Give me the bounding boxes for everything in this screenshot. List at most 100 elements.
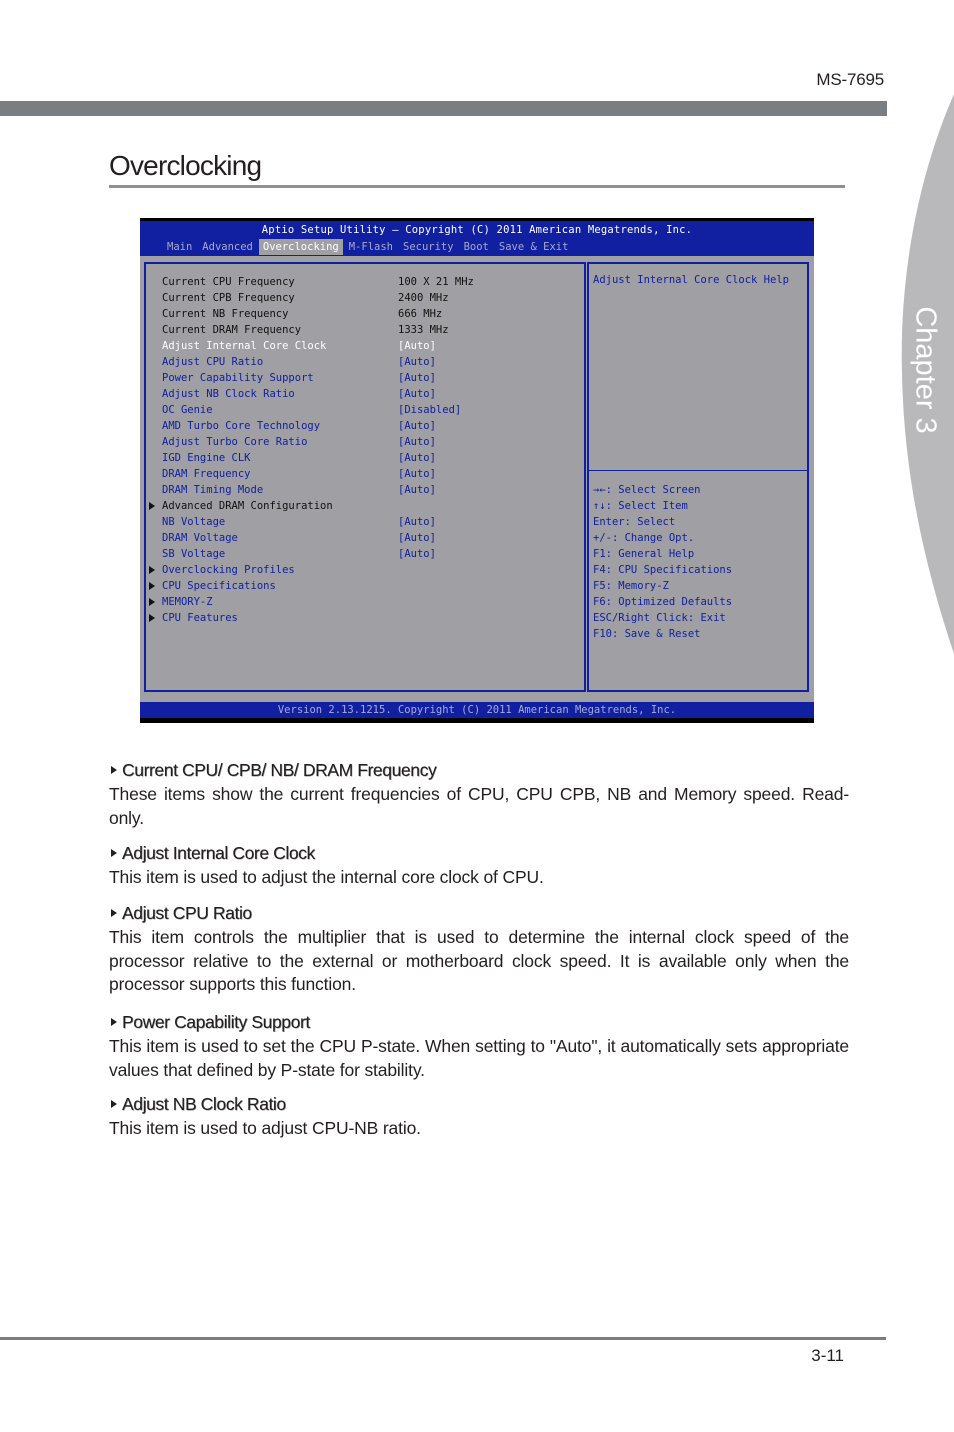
bios-bottom-edge bbox=[140, 718, 814, 723]
description-heading: Adjust NB Clock Ratio bbox=[109, 1093, 849, 1115]
description-body: This item is used to set the CPU P-state… bbox=[109, 1036, 849, 1080]
bios-setting-value: 2400 MHz bbox=[398, 292, 449, 304]
footer-divider bbox=[0, 1337, 886, 1340]
bios-setting-label: Current DRAM Frequency bbox=[162, 324, 302, 336]
bios-setting-label: AMD Turbo Core Technology bbox=[162, 420, 321, 432]
bios-tab-boot[interactable]: Boot bbox=[460, 239, 493, 255]
bios-top-edge bbox=[140, 218, 814, 221]
bios-setting-label: DRAM Frequency bbox=[162, 468, 251, 480]
bullet-triangle-icon bbox=[111, 766, 117, 774]
bullet-triangle-icon bbox=[111, 909, 117, 917]
description-block: Adjust Internal Core Clock This item is u… bbox=[109, 842, 849, 890]
bios-settings-panel: Current CPU Frequency 100 X 21 MHz Current… bbox=[144, 262, 586, 692]
key-hint: ↑↓: Select Item bbox=[593, 500, 688, 512]
bios-setting-value: [Auto] bbox=[398, 484, 436, 496]
help-title: Adjust Internal Core Clock Help bbox=[593, 274, 789, 286]
key-hint: F4: CPU Specifications bbox=[593, 564, 733, 576]
bios-title: Aptio Setup Utility – Copyright (C) 2011… bbox=[261, 224, 693, 236]
bios-setting-value: [Auto] bbox=[398, 420, 436, 432]
submenu-arrow-icon bbox=[149, 502, 155, 510]
bios-footer: Version 2.13.1215. Copyright (C) 2011 Am… bbox=[140, 702, 814, 718]
bios-tab-main[interactable]: Main bbox=[163, 239, 196, 255]
bios-setting-value: 1333 MHz bbox=[398, 324, 449, 336]
bios-setting-label: CPU Features bbox=[162, 612, 238, 624]
bios-setting-value: 100 X 21 MHz bbox=[398, 276, 474, 288]
bios-setting-label: Adjust CPU Ratio bbox=[162, 356, 264, 368]
description-block: Power Capability Support This item is use… bbox=[109, 1011, 849, 1082]
key-hint: →←: Select Screen bbox=[593, 484, 701, 496]
bios-screenshot: Aptio Setup Utility – Copyright (C) 2011… bbox=[140, 218, 814, 723]
description-heading-text: Current CPU/ CPB/ NB/ DRAM Frequency bbox=[122, 760, 437, 780]
key-hint: F1: General Help bbox=[593, 548, 695, 560]
page-title: Overclocking bbox=[109, 150, 262, 181]
submenu-arrow-icon bbox=[149, 566, 155, 574]
bios-setting-label: Adjust Internal Core Clock bbox=[162, 340, 327, 352]
description-body: This item is used to adjust CPU-NB ratio… bbox=[109, 1118, 421, 1138]
bullet-triangle-icon bbox=[111, 1100, 117, 1108]
model-number: MS-7695 bbox=[816, 70, 884, 89]
bios-tab-m-flash[interactable]: M-Flash bbox=[345, 239, 397, 255]
key-hint: F10: Save & Reset bbox=[593, 628, 701, 640]
submenu-arrow-icon bbox=[149, 582, 155, 590]
bios-tab-bar: Main Advanced Overclocking M-Flash Secur… bbox=[163, 239, 574, 255]
bios-header: Aptio Setup Utility – Copyright (C) 2011… bbox=[140, 218, 814, 256]
bios-setting-label: Adjust Turbo Core Ratio bbox=[162, 436, 308, 448]
description-heading: Adjust CPU Ratio bbox=[109, 902, 849, 924]
description-block: Current CPU/ CPB/ NB/ DRAM Frequency Thes… bbox=[109, 759, 849, 830]
description-body: These items show the current frequencies… bbox=[109, 784, 849, 828]
description-body: This item controls the multiplier that i… bbox=[109, 927, 849, 994]
bios-setting-label: Overclocking Profiles bbox=[162, 564, 295, 576]
submenu-arrow-icon bbox=[149, 614, 155, 622]
page-number: 3-11 bbox=[811, 1346, 844, 1365]
bios-help-panel: Adjust Internal Core Clock Help →←: Sele… bbox=[587, 262, 809, 692]
description-heading-text: Adjust NB Clock Ratio bbox=[122, 1094, 286, 1114]
description-block: Adjust NB Clock Ratio This item is used t… bbox=[109, 1093, 849, 1141]
bios-setting-value: [Auto] bbox=[398, 356, 436, 368]
bios-setting-value: [Auto] bbox=[398, 532, 436, 544]
help-divider bbox=[589, 470, 807, 471]
submenu-arrow-icon bbox=[149, 598, 155, 606]
bios-setting-label: CPU Specifications bbox=[162, 580, 276, 592]
key-hint: F6: Optimized Defaults bbox=[593, 596, 733, 608]
description-heading-text: Adjust Internal Core Clock bbox=[122, 843, 315, 863]
description-heading: Current CPU/ CPB/ NB/ DRAM Frequency bbox=[109, 759, 849, 781]
description-heading: Adjust Internal Core Clock bbox=[109, 842, 849, 864]
header-bar bbox=[0, 101, 887, 116]
key-hint: ESC/Right Click: Exit bbox=[593, 612, 726, 624]
key-hint: +/-: Change Opt. bbox=[593, 532, 695, 544]
bios-setting-label: OC Genie bbox=[162, 404, 213, 416]
bios-setting-label: SB Voltage bbox=[162, 548, 226, 560]
bios-setting-label: Current CPU Frequency bbox=[162, 276, 295, 288]
key-hint: F5: Memory-Z bbox=[593, 580, 669, 592]
description-heading-text: Power Capability Support bbox=[122, 1012, 310, 1032]
bios-tab-save-exit[interactable]: Save & Exit bbox=[495, 239, 573, 255]
bios-setting-label: Adjust NB Clock Ratio bbox=[162, 388, 295, 400]
bios-setting-value: [Auto] bbox=[398, 372, 436, 384]
bios-setting-label: MEMORY-Z bbox=[162, 596, 213, 608]
bullet-triangle-icon bbox=[111, 1018, 117, 1026]
bios-setting-value: [Disabled] bbox=[398, 404, 462, 416]
bios-setting-label: Current CPB Frequency bbox=[162, 292, 295, 304]
bullet-triangle-icon bbox=[111, 849, 117, 857]
bios-setting-value: [Auto] bbox=[398, 340, 436, 352]
description-block: Adjust CPU Ratio This item controls the m… bbox=[109, 902, 849, 997]
bios-setting-label: Advanced DRAM Configuration bbox=[162, 500, 333, 512]
key-hint: Enter: Select bbox=[593, 516, 676, 528]
bios-setting-value: [Auto] bbox=[398, 436, 436, 448]
bios-tab-security[interactable]: Security bbox=[399, 239, 458, 255]
bios-setting-value: [Auto] bbox=[398, 516, 436, 528]
bios-tab-overclocking[interactable]: Overclocking bbox=[258, 239, 343, 255]
bios-setting-value: [Auto] bbox=[398, 388, 436, 400]
bios-setting-value: [Auto] bbox=[398, 452, 436, 464]
bios-setting-label: DRAM Timing Mode bbox=[162, 484, 264, 496]
bios-tab-advanced[interactable]: Advanced bbox=[198, 239, 257, 255]
bios-setting-label: Power Capability Support bbox=[162, 372, 314, 384]
bios-setting-label: IGD Engine CLK bbox=[162, 452, 251, 464]
bios-setting-label: Current NB Frequency bbox=[162, 308, 289, 320]
chapter-label: Chapter 3 bbox=[909, 306, 942, 434]
bios-setting-value: [Auto] bbox=[398, 548, 436, 560]
description-heading: Power Capability Support bbox=[109, 1011, 849, 1033]
bios-setting-label: NB Voltage bbox=[162, 516, 226, 528]
bios-setting-value: 666 MHz bbox=[398, 308, 443, 320]
description-heading-text: Adjust CPU Ratio bbox=[122, 903, 252, 923]
